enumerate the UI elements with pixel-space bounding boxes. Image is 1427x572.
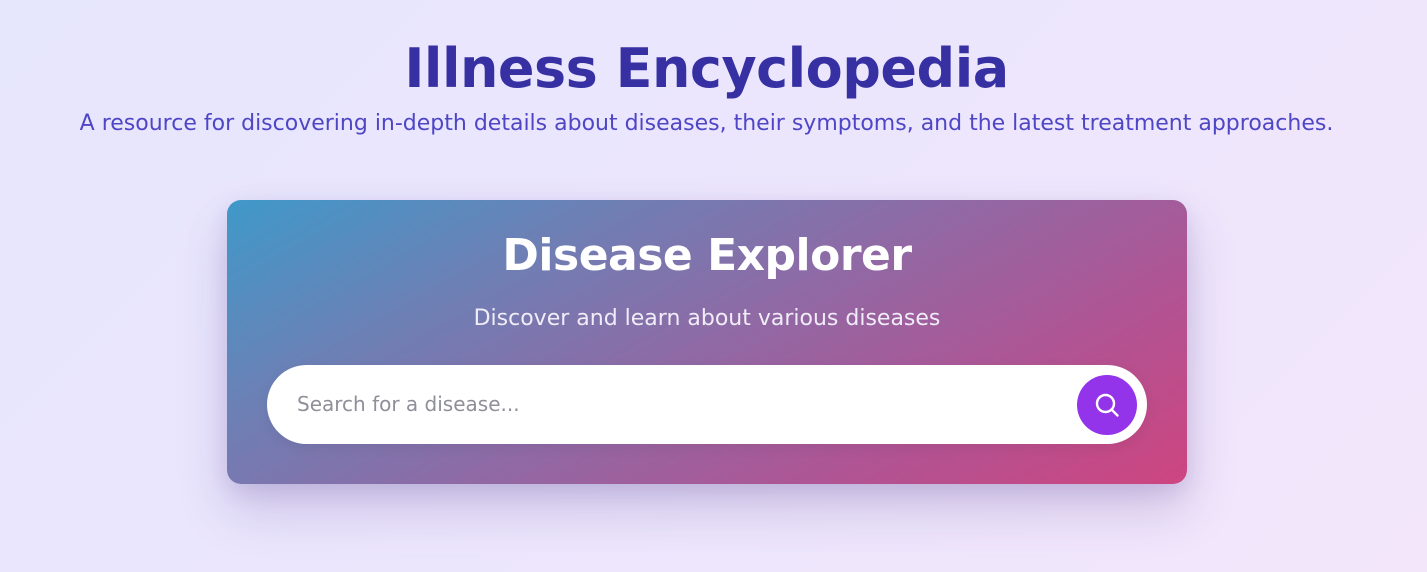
explorer-subtitle: Discover and learn about various disease… <box>473 306 941 331</box>
search-bar <box>267 365 1147 444</box>
search-icon <box>1093 391 1121 419</box>
page-title: Illness Encyclopedia <box>404 37 1009 100</box>
search-input[interactable] <box>297 384 1057 424</box>
disease-explorer-card: Disease Explorer Discover and learn abou… <box>227 200 1187 484</box>
page-subtitle: A resource for discovering in-depth deta… <box>79 111 1334 136</box>
search-button[interactable] <box>1077 375 1137 435</box>
explorer-title: Disease Explorer <box>502 230 912 281</box>
